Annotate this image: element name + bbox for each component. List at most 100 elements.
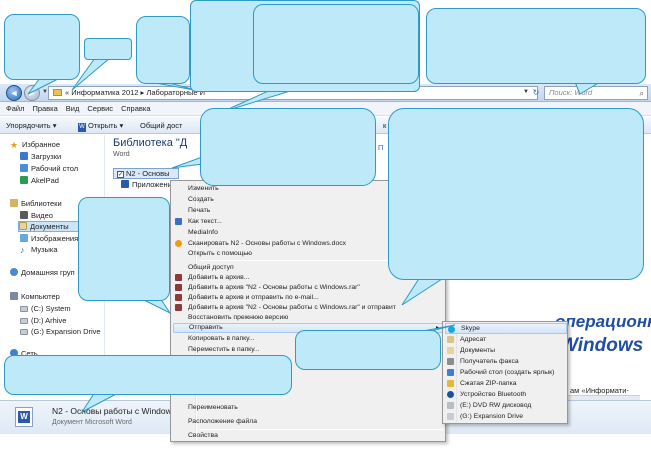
organize-button[interactable]: Упорядочить ▾ <box>6 120 56 131</box>
back-button[interactable]: ◄ <box>6 85 22 101</box>
menu-item-label: Добавить в архив "N2 - Основы работы с W… <box>188 284 360 291</box>
antivirus-icon <box>175 240 182 247</box>
checkbox-icon[interactable]: ✓ <box>117 171 124 178</box>
menu-item-rar-email[interactable]: Добавить в архив "N2 - Основы работы с W… <box>173 303 445 313</box>
drive-icon <box>20 318 28 324</box>
send-to-bluetooth[interactable]: Устройство Bluetooth <box>445 389 567 400</box>
nav-computer[interactable]: Компьютер <box>10 291 60 302</box>
star-icon: ★ <box>10 140 19 150</box>
images-icon <box>20 234 28 242</box>
send-to-label: Документы <box>460 347 496 354</box>
homegroup-icon <box>10 268 18 276</box>
menu-item-label: Добавить в архив "N2 - Основы работы с W… <box>188 304 396 311</box>
computer-icon <box>10 292 18 300</box>
send-to-expansion-drive[interactable]: (G:) Expansion Drive <box>445 411 567 422</box>
menu-view[interactable]: Вид <box>66 102 80 116</box>
menu-edit[interactable]: Правка <box>32 102 57 116</box>
menu-item-archive-email[interactable]: Добавить в архив и отправить по e-mail..… <box>173 293 445 303</box>
winrar-icon <box>175 284 182 291</box>
selected-file-row[interactable]: ✓ N2 - Основы <box>113 168 179 179</box>
nav-homegroup[interactable]: Домашняя груп <box>10 267 75 278</box>
send-to-fax[interactable]: Получатель факса <box>445 356 567 367</box>
nav-music[interactable]: ♪ Музыка <box>20 244 58 255</box>
documents-icon <box>447 347 454 354</box>
akelpad-icon <box>20 176 28 184</box>
nav-libraries[interactable]: Библиотеки <box>10 198 62 209</box>
drive-icon <box>20 306 28 312</box>
nav-drive-c[interactable]: (C:) System <box>20 303 71 314</box>
callout-bubble-3 <box>136 16 190 84</box>
callout-bubble-1 <box>4 14 80 80</box>
share-button[interactable]: Общий дост <box>140 120 183 131</box>
menu-help[interactable]: Справка <box>121 102 150 116</box>
nav-label: Домашняя груп <box>21 268 75 277</box>
send-to-skype[interactable]: Skype <box>445 323 567 334</box>
video-icon <box>20 211 28 219</box>
refresh-button[interactable]: ↻ <box>530 86 542 100</box>
menu-item-label: Как текст... <box>188 218 222 225</box>
send-to-submenu: Skype Адресат Документы Получатель факса… <box>442 321 568 424</box>
nav-downloads[interactable]: Загрузки <box>20 151 61 162</box>
search-icon[interactable]: ⌕ <box>640 88 644 100</box>
library-subtitle: Word <box>113 151 130 158</box>
text-icon <box>175 218 182 225</box>
menu-tools[interactable]: Сервис <box>87 102 113 116</box>
fax-icon <box>447 358 454 365</box>
callout-bubble-5 <box>253 4 419 84</box>
nav-label: (D:) Arhive <box>31 316 67 325</box>
menu-item-rename[interactable]: Переименовать <box>173 403 445 413</box>
details-file-type: Документ Microsoft Word <box>52 419 132 426</box>
preview-line-3: ам «Информати- <box>570 386 629 395</box>
address-dropdown[interactable]: ▼ <box>523 89 529 95</box>
send-to-documents[interactable]: Документы <box>445 345 567 356</box>
file-attachment-row[interactable]: Приложение <box>121 180 176 189</box>
skype-icon <box>448 326 455 333</box>
search-input[interactable]: Поиск: Word ⌕ <box>544 86 648 100</box>
menu-separator <box>199 429 443 430</box>
forward-button[interactable]: ► <box>24 85 40 101</box>
menu-item-properties[interactable]: Свойства <box>173 431 445 441</box>
send-to-zip[interactable]: Сжатая ZIP-папка <box>445 378 567 389</box>
menu-item-label: Добавить в архив... <box>188 274 250 281</box>
nav-label: Изображения <box>31 234 79 243</box>
nav-label: Музыка <box>31 245 58 254</box>
callout-bubble-8 <box>388 108 644 280</box>
arrange-by-link[interactable]: П <box>378 143 383 152</box>
menu-item-label: Отправить <box>189 324 223 331</box>
menu-item-label: Добавить в архив и отправить по e-mail..… <box>188 294 319 301</box>
nav-label: Рабочий стол <box>31 164 79 173</box>
toolbar-overflow-text[interactable]: к <box>383 120 386 131</box>
callout-bubble-7 <box>200 108 376 186</box>
callout-bubble-11 <box>4 355 292 395</box>
menu-item-file-location[interactable]: Расположение файла <box>173 417 445 427</box>
drive-icon <box>447 413 454 420</box>
word-document-icon <box>15 407 33 427</box>
nav-desktop[interactable]: Рабочий стол <box>20 163 78 174</box>
nav-images[interactable]: Изображения <box>20 233 78 244</box>
downloads-icon <box>20 152 28 160</box>
send-to-label: (E:) DVD RW дисковод <box>460 402 532 409</box>
nav-label: (G:) Expansion Drive <box>31 327 101 336</box>
folder-icon <box>53 89 62 96</box>
nav-favorites[interactable]: ★ Избранное <box>10 139 60 150</box>
menu-file[interactable]: Файл <box>6 102 24 116</box>
nav-label: Видео <box>31 211 53 220</box>
document-icon <box>121 180 129 188</box>
menu-item-restore-version[interactable]: Восстановить прежнюю версию <box>173 313 445 323</box>
nav-drive-g[interactable]: (G:) Expansion Drive <box>20 326 101 337</box>
open-button[interactable]: W Открыть ▾ <box>78 120 123 132</box>
nav-label: Библиотеки <box>21 199 62 208</box>
nav-akelpad[interactable]: AkelPad <box>20 175 59 186</box>
nav-video[interactable]: Видео <box>20 210 53 221</box>
nav-label: Компьютер <box>21 292 60 301</box>
send-to-recipient[interactable]: Адресат <box>445 334 567 345</box>
send-to-desktop[interactable]: Рабочий стол (создать ярлык) <box>445 367 567 378</box>
send-to-dvd[interactable]: (E:) DVD RW дисковод <box>445 400 567 411</box>
send-to-label: Skype <box>461 325 480 332</box>
library-title: Библиотека "Д <box>113 137 188 149</box>
nav-drive-d[interactable]: (D:) Arhive <box>20 315 66 326</box>
file-name: N2 - Основы <box>126 169 170 178</box>
mail-icon <box>447 336 454 343</box>
preview-line-1: операционной <box>555 312 651 331</box>
menu-item-add-rar[interactable]: Добавить в архив "N2 - Основы работы с W… <box>173 283 445 293</box>
